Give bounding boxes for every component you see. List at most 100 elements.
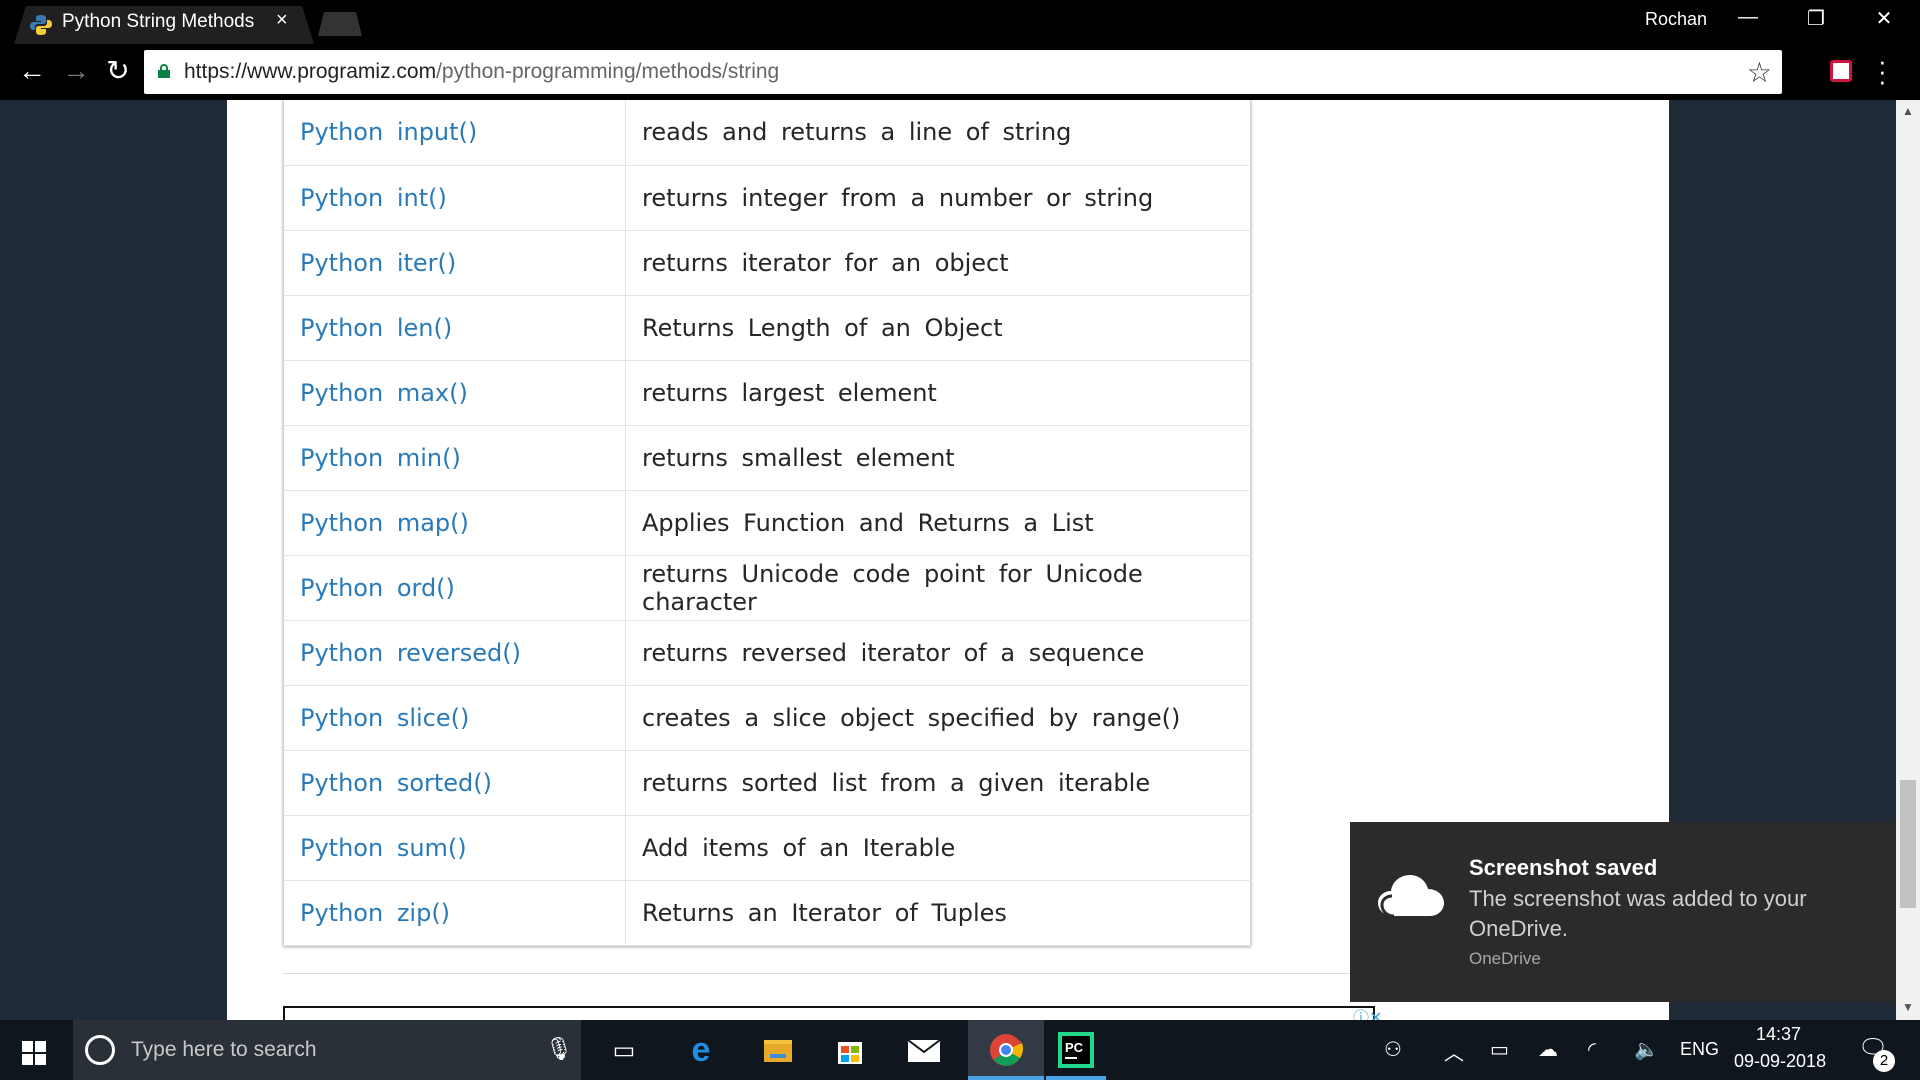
onedrive-tray-icon[interactable]: ☁	[1538, 1037, 1558, 1062]
pycharm-active-indicator	[1046, 1076, 1106, 1080]
table-row: Python int() returns integer from a numbe…	[283, 165, 1251, 231]
mail-icon[interactable]	[904, 1030, 944, 1070]
vertical-scrollbar[interactable]: ▲ ▼	[1896, 100, 1920, 1020]
scroll-up-icon[interactable]: ▲	[1902, 104, 1914, 118]
table-row: Python iter() returns iterator for an obj…	[283, 230, 1251, 296]
people-icon[interactable]: ⚇	[1384, 1037, 1402, 1062]
method-description-cell: returns largest element	[625, 360, 1251, 426]
profile-name[interactable]: Rochan	[1645, 9, 1707, 30]
svg-text:PC: PC	[1065, 1040, 1084, 1055]
method-description-cell: Returns Length of an Object	[625, 295, 1251, 361]
pocket-extension-icon[interactable]	[1830, 60, 1852, 82]
table-row: Python ord() returns Unicode code point f…	[283, 555, 1251, 621]
table-row: Python zip() Returns an Iterator of Tuple…	[283, 880, 1251, 946]
ad-frame	[283, 1006, 1375, 1020]
method-link[interactable]: Python zip()	[300, 899, 450, 927]
method-name-cell: Python map()	[283, 490, 626, 556]
scroll-down-icon[interactable]: ▼	[1902, 1000, 1914, 1014]
method-name-cell: Python max()	[283, 360, 626, 426]
method-link[interactable]: Python sorted()	[300, 769, 492, 797]
file-explorer-icon[interactable]	[758, 1030, 798, 1070]
table-row: Python min() returns smallest element	[283, 425, 1251, 491]
notification-count-badge: 2	[1873, 1050, 1895, 1072]
task-view-icon[interactable]: ▭	[604, 1030, 644, 1070]
pycharm-icon[interactable]: PC	[1056, 1030, 1096, 1070]
method-name-cell: Python reversed()	[283, 620, 626, 686]
chrome-icon[interactable]	[986, 1030, 1026, 1070]
address-bar[interactable]: https://www.programiz.com/python-program…	[144, 50, 1782, 94]
url-text: https://www.programiz.com/python-program…	[184, 60, 780, 83]
minimize-icon[interactable]: —	[1728, 6, 1768, 29]
table-row: Python len() Returns Length of an Object	[283, 295, 1251, 361]
method-description-cell: creates a slice object specified by rang…	[625, 685, 1251, 751]
close-window-icon[interactable]: ✕	[1864, 6, 1904, 31]
method-link[interactable]: Python len()	[300, 314, 452, 342]
method-name-cell: Python ord()	[283, 555, 626, 621]
method-description-cell: returns reversed iterator of a sequence	[625, 620, 1251, 686]
method-name-cell: Python int()	[283, 165, 626, 231]
method-link[interactable]: Python int()	[300, 184, 447, 212]
bookmark-star-icon[interactable]: ☆	[1747, 56, 1772, 89]
method-description-cell: returns integer from a number or string	[625, 165, 1251, 231]
method-link[interactable]: Python map()	[300, 509, 469, 537]
table-row: Python sorted() returns sorted list from …	[283, 750, 1251, 816]
scroll-thumb[interactable]	[1900, 780, 1916, 908]
method-link[interactable]: Python min()	[300, 444, 461, 472]
method-description-cell: returns iterator for an object	[625, 230, 1251, 296]
method-name-cell: Python zip()	[283, 880, 626, 946]
toast-source: OneDrive	[1469, 949, 1541, 968]
taskbar-search-box[interactable]: Type here to search 🎙	[73, 1020, 581, 1080]
method-link[interactable]: Python input()	[300, 118, 477, 146]
clock-time[interactable]: 14:37	[1756, 1024, 1801, 1045]
edge-icon[interactable]: e	[681, 1030, 721, 1070]
table-row: Python reversed() returns reversed iterat…	[283, 620, 1251, 686]
onedrive-cloud-icon	[1378, 875, 1444, 918]
volume-icon[interactable]: 🔈	[1634, 1037, 1659, 1062]
cortana-icon	[85, 1035, 115, 1065]
method-name-cell: Python slice()	[283, 685, 626, 751]
ad-close-icon[interactable]: ⓘ✕	[1353, 1004, 1382, 1020]
method-link[interactable]: Python ord()	[300, 574, 455, 602]
forward-arrow-icon[interactable]: →	[60, 56, 92, 86]
new-tab-button[interactable]	[318, 12, 362, 36]
table-row: Python sum() Add items of an Iterable	[283, 815, 1251, 881]
method-description-cell: returns smallest element	[625, 425, 1251, 491]
method-description-cell: returns Unicode code point for Unicode c…	[625, 555, 1251, 621]
microphone-icon[interactable]: 🎙	[545, 1036, 573, 1062]
back-arrow-icon[interactable]: ←	[16, 56, 48, 86]
taskbar: Type here to search 🎙 ▭ e PC ⚇ ︿ ▭ ☁ ◜ 🔈…	[0, 1020, 1920, 1080]
method-name-cell: Python sorted()	[283, 750, 626, 816]
method-link[interactable]: Python max()	[300, 379, 468, 407]
reload-icon[interactable]: ↻	[102, 56, 134, 86]
store-icon[interactable]	[830, 1030, 870, 1070]
chrome-active-indicator	[968, 1076, 1044, 1080]
method-name-cell: Python input()	[283, 100, 626, 166]
method-name-cell: Python len()	[283, 295, 626, 361]
toast-body: The screenshot was added to your OneDriv…	[1469, 886, 1807, 941]
method-name-cell: Python min()	[283, 425, 626, 491]
table-row: Python map() Applies Function and Returns…	[283, 490, 1251, 556]
onedrive-toast[interactable]: Screenshot saved The screenshot was adde…	[1350, 822, 1895, 1002]
method-link[interactable]: Python sum()	[300, 834, 467, 862]
clock-date[interactable]: 09-09-2018	[1734, 1051, 1826, 1072]
method-description-cell: Applies Function and Returns a List	[625, 490, 1251, 556]
tab-close-icon[interactable]: ×	[276, 9, 288, 32]
method-name-cell: Python sum()	[283, 815, 626, 881]
method-link[interactable]: Python iter()	[300, 249, 456, 277]
lock-icon	[158, 64, 170, 78]
search-placeholder: Type here to search	[131, 1038, 317, 1061]
method-link[interactable]: Python slice()	[300, 704, 469, 732]
toast-title: Screenshot saved	[1469, 855, 1658, 880]
language-indicator[interactable]: ENG	[1680, 1039, 1719, 1060]
restore-icon[interactable]: ❐	[1796, 6, 1836, 31]
table-row: Python max() returns largest element	[283, 360, 1251, 426]
method-link[interactable]: Python reversed()	[300, 639, 521, 667]
windows-start-icon[interactable]	[22, 1041, 46, 1065]
method-name-cell: Python iter()	[283, 230, 626, 296]
battery-icon[interactable]: ▭	[1490, 1037, 1509, 1062]
tab-title: Python String Methods	[62, 11, 255, 32]
table-row: Python input() reads and returns a line o…	[283, 100, 1251, 166]
show-hidden-icons-chevron-icon[interactable]: ︿	[1444, 1037, 1464, 1066]
wifi-icon[interactable]: ◜	[1588, 1037, 1596, 1062]
menu-dots-icon[interactable]: · · ·	[1878, 48, 1887, 94]
